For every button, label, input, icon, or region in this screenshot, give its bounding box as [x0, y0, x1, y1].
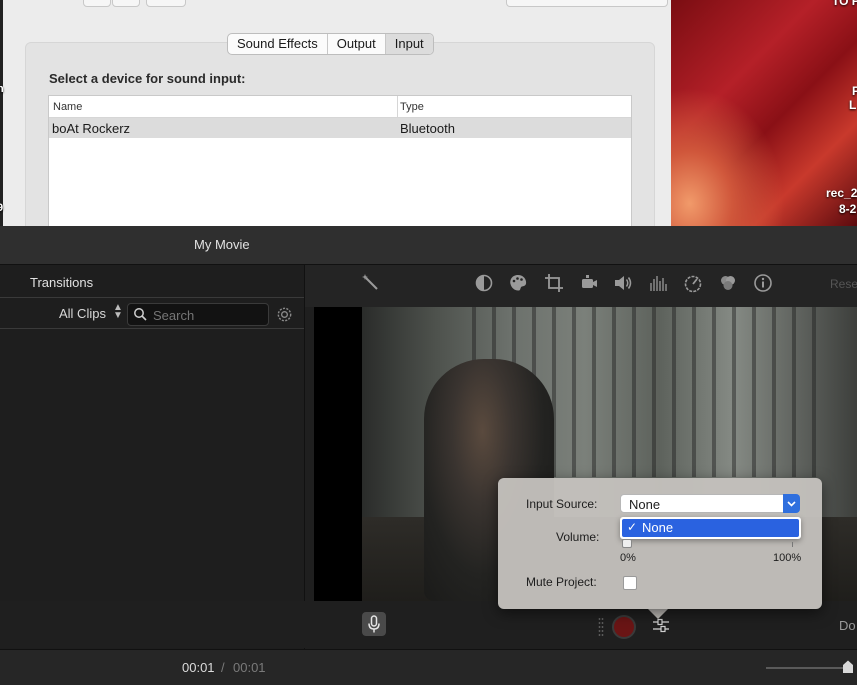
prefs-search-field[interactable]: [506, 0, 668, 7]
stabilization-icon[interactable]: [579, 273, 599, 293]
table-row[interactable]: boAt Rockerz Bluetooth: [49, 118, 631, 138]
desktop-file-label[interactable]: 8-2: [839, 202, 856, 216]
input-source-label: Input Source:: [526, 497, 598, 511]
zoom-slider-thumb[interactable]: [842, 660, 854, 674]
desktop-file-label[interactable]: rec_2: [826, 186, 857, 200]
device-table: Name Type boAt Rockerz Bluetooth: [48, 95, 632, 226]
reset-all-button[interactable]: Rese: [830, 277, 857, 291]
zoom-slider[interactable]: [766, 667, 846, 669]
imovie-window: My Movie Transitions All Clips ▲▼ Rese: [0, 226, 857, 685]
volume-max-label: 100%: [773, 552, 802, 564]
info-icon[interactable]: [753, 273, 773, 293]
input-source-menu: ✓ None: [620, 517, 801, 539]
desktop-file-label[interactable]: TO P: [832, 0, 857, 8]
popover-arrow: [648, 609, 668, 619]
timeline-bar: 00:01 / 00:01: [0, 649, 857, 685]
gear-icon[interactable]: [275, 305, 294, 324]
menu-item-label: None: [642, 520, 674, 535]
search-box[interactable]: [127, 303, 269, 326]
drag-handle-icon[interactable]: [598, 617, 604, 637]
volume-icon[interactable]: [613, 273, 633, 293]
back-button[interactable]: [83, 0, 111, 7]
time-separator: /: [221, 660, 225, 675]
total-time: 00:01: [233, 660, 266, 675]
column-divider: [397, 96, 398, 117]
titlebar: My Movie: [0, 226, 857, 265]
adjustment-toolbar: Rese: [305, 265, 857, 307]
mute-project-checkbox[interactable]: [623, 576, 637, 590]
desktop-file-label[interactable]: F: [852, 84, 857, 98]
current-time: 00:01: [182, 660, 215, 675]
tab-transitions[interactable]: Transitions: [30, 275, 93, 290]
input-source-value: None: [629, 497, 661, 512]
divider: [0, 328, 304, 329]
volume-min-label: 0%: [620, 552, 636, 564]
voiceover-button[interactable]: [362, 612, 386, 636]
search-input[interactable]: [151, 306, 267, 324]
browser-pane: Transitions All Clips ▲ ▼: [0, 265, 305, 649]
divider: [0, 297, 304, 298]
record-button[interactable]: [612, 615, 636, 639]
tab-input[interactable]: Input: [385, 34, 433, 54]
desktop-file-label[interactable]: n: [0, 83, 4, 95]
voiceover-options-icon[interactable]: [651, 617, 671, 635]
volume-tick: [792, 542, 793, 547]
show-all-button[interactable]: [146, 0, 186, 7]
forward-button[interactable]: [112, 0, 140, 7]
crop-icon[interactable]: [544, 273, 564, 293]
device-type: Bluetooth: [400, 121, 455, 136]
microphone-icon: [368, 615, 380, 633]
tab-output[interactable]: Output: [328, 34, 386, 54]
filter-icon[interactable]: [718, 273, 738, 293]
desktop-wallpaper: TO P F L rec_2 8-2: [671, 0, 857, 226]
voiceover-options-popover: Input Source: None ✓ None Volume: 0% 100…: [498, 478, 822, 609]
checkmark-icon: ✓: [627, 520, 638, 534]
speed-icon[interactable]: [683, 273, 703, 293]
column-header-type[interactable]: Type: [400, 101, 424, 113]
tab-sound-effects[interactable]: Sound Effects: [228, 34, 328, 54]
device-heading: Select a device for sound input:: [49, 71, 246, 86]
updown-chevron-icon[interactable]: ▲ ▼: [113, 303, 123, 321]
magic-wand-icon[interactable]: [361, 273, 381, 293]
sound-preferences-window: Sound Effects Output Input Select a devi…: [0, 0, 671, 226]
chevron-down-icon[interactable]: [783, 494, 800, 513]
column-header-name[interactable]: Name: [53, 101, 82, 113]
done-button[interactable]: Do: [839, 618, 856, 633]
device-name: boAt Rockerz: [52, 121, 131, 136]
desktop-file-label[interactable]: L: [849, 98, 856, 112]
equalizer-icon[interactable]: [648, 273, 668, 293]
search-icon: [134, 308, 147, 321]
volume-slider-thumb[interactable]: [622, 539, 632, 548]
input-source-select[interactable]: None: [620, 494, 800, 513]
table-header: Name Type: [49, 96, 631, 118]
clip-filter-select[interactable]: All Clips: [59, 306, 106, 321]
mute-project-label: Mute Project:: [526, 575, 597, 589]
color-palette-icon[interactable]: [508, 273, 528, 293]
menu-item-none[interactable]: ✓ None: [622, 519, 799, 537]
window-title: My Movie: [194, 237, 250, 252]
sound-tabs: Sound Effects Output Input: [227, 33, 434, 55]
volume-label: Volume:: [556, 530, 600, 544]
desktop-file-label[interactable]: 9: [0, 202, 3, 214]
color-balance-icon[interactable]: [474, 273, 494, 293]
